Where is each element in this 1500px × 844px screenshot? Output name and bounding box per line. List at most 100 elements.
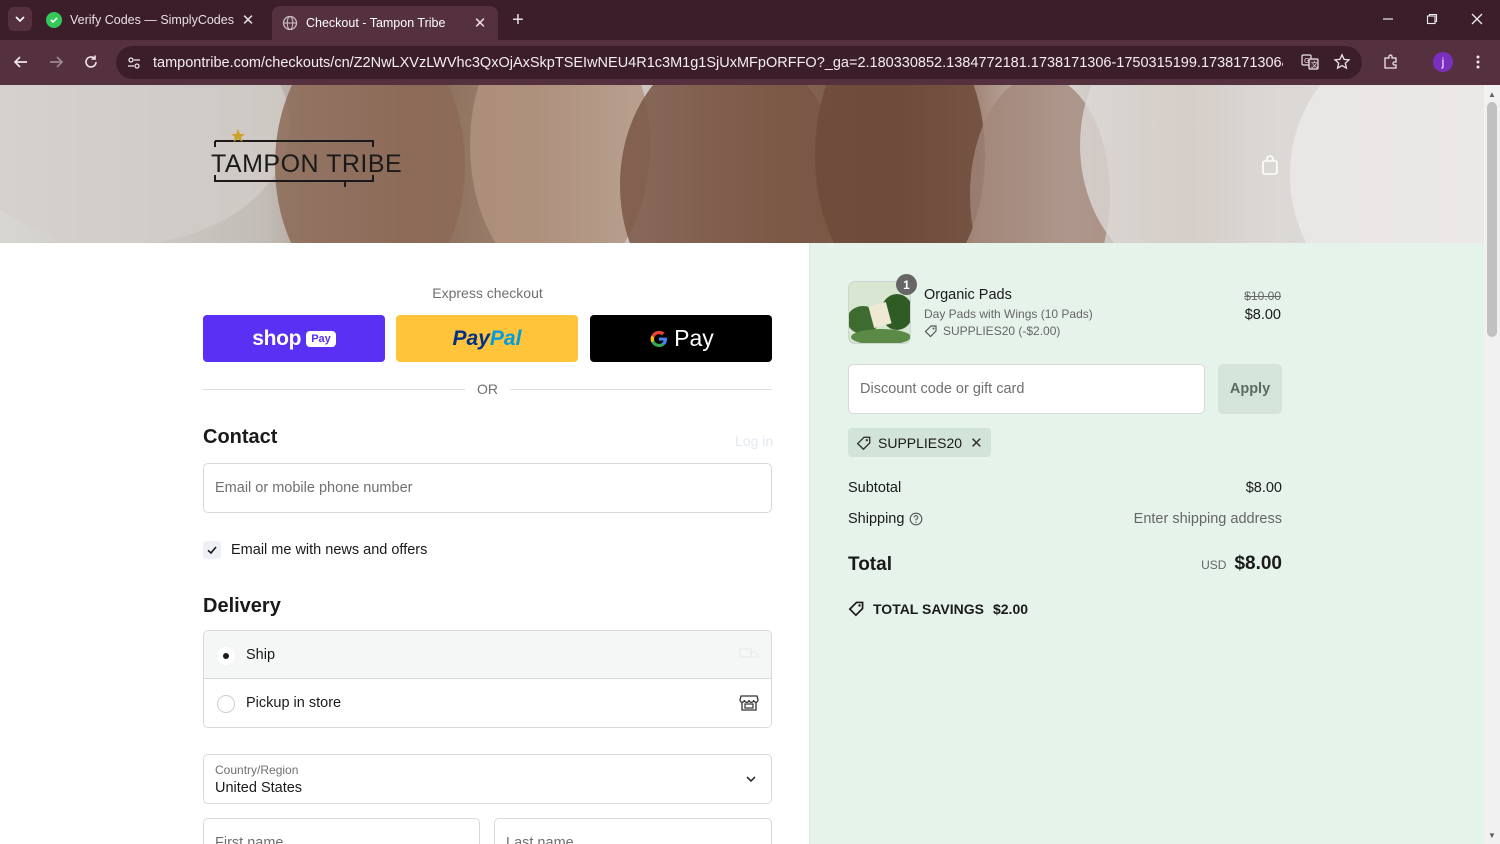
- tab-title: Verify Codes — SimplyCodes: [70, 13, 234, 27]
- first-name-placeholder: First name: [215, 835, 284, 844]
- scrollbar-thumb[interactable]: [1487, 102, 1497, 337]
- shop-pay-word: shop: [252, 326, 302, 350]
- avatar: j: [1433, 52, 1453, 72]
- arrow-right-icon: [50, 56, 64, 68]
- first-name-field[interactable]: First name: [203, 818, 480, 844]
- ship-radio[interactable]: [217, 647, 235, 665]
- discounted-price: $8.00: [1244, 307, 1281, 323]
- email-field[interactable]: Email or mobile phone number: [203, 463, 772, 513]
- or-divider: OR: [203, 381, 772, 399]
- bookmark-button[interactable]: [1330, 50, 1354, 74]
- pickup-radio[interactable]: [217, 695, 235, 713]
- tab-search-button[interactable]: [8, 7, 32, 31]
- address-bar[interactable]: tampontribe.com/checkouts/cn/Z2NwLXVzLWV…: [116, 46, 1362, 79]
- google-g-icon: [650, 330, 668, 347]
- pickup-option[interactable]: Pickup in store: [204, 679, 771, 727]
- shop-pay-badge: Pay: [306, 330, 336, 347]
- simplycodes-icon: [46, 12, 62, 28]
- remove-discount-icon[interactable]: ✕: [970, 434, 983, 452]
- tab-checkout[interactable]: Checkout - Tampon Tribe ✕: [272, 6, 498, 40]
- logo-text: TAMPON TRIBE: [211, 150, 403, 178]
- product-variant: Day Pads with Wings (10 Pads): [924, 307, 1093, 321]
- tag-icon: [848, 601, 864, 617]
- truck-icon: [739, 648, 759, 658]
- subtotal-row: Subtotal $8.00: [848, 480, 1282, 500]
- extensions-button[interactable]: [1379, 50, 1403, 74]
- browser-menu-button[interactable]: [1466, 50, 1490, 74]
- contact-heading: Contact: [203, 426, 278, 448]
- puzzle-icon: [1384, 54, 1397, 69]
- shipping-value: Enter shipping address: [1133, 511, 1282, 527]
- chevron-down-icon: [746, 776, 756, 783]
- express-checkout-label: Express checkout: [432, 285, 543, 301]
- discount-code-field[interactable]: Discount code or gift card: [848, 364, 1205, 414]
- total-currency: USD: [1201, 558, 1227, 572]
- close-window-button[interactable]: [1457, 6, 1497, 32]
- url-text: tampontribe.com/checkouts/cn/Z2NwLXVzLWV…: [153, 54, 1283, 71]
- tag-icon: [856, 436, 871, 450]
- new-tab-button[interactable]: +: [506, 8, 530, 32]
- total-amount-group: USD $8.00: [1201, 553, 1282, 575]
- order-summary: 1 Organic Pads Day Pads with Wings (10 P…: [809, 243, 1484, 844]
- last-name-placeholder: Last name: [506, 835, 574, 844]
- original-price: $10.00: [1244, 289, 1281, 303]
- login-link[interactable]: Log in: [735, 433, 773, 449]
- country-select[interactable]: Country/Region United States: [203, 754, 772, 804]
- applied-discount-chip: SUPPLIES20 ✕: [848, 428, 991, 457]
- help-circle-icon[interactable]: [909, 512, 923, 526]
- arrow-left-icon: [13, 56, 27, 68]
- google-pay-button[interactable]: Pay: [590, 315, 772, 362]
- checkout-page: TAMPON TRIBE Express checkout shop Pay P…: [0, 85, 1484, 844]
- savings-label: TOTAL SAVINGS: [873, 600, 984, 617]
- last-name-field[interactable]: Last name: [494, 818, 772, 844]
- close-icon[interactable]: ✕: [470, 13, 490, 33]
- more-vertical-icon: [1476, 55, 1480, 69]
- translate-button[interactable]: G文: [1298, 50, 1322, 74]
- total-row: Total USD $8.00: [848, 553, 1282, 579]
- savings-value: $2.00: [992, 600, 1029, 617]
- total-value: $8.00: [1234, 553, 1282, 574]
- delivery-heading: Delivery: [203, 595, 281, 617]
- paypal-button[interactable]: PayPal: [396, 315, 578, 362]
- restore-icon: [1426, 13, 1438, 25]
- minimize-button[interactable]: [1368, 6, 1408, 32]
- shop-pay-button[interactable]: shop Pay: [203, 315, 385, 362]
- browser-toolbar: tampontribe.com/checkouts/cn/Z2NwLXVzLWV…: [0, 40, 1500, 85]
- email-placeholder: Email or mobile phone number: [215, 480, 413, 496]
- svg-text:文: 文: [1311, 60, 1318, 69]
- checkmark-icon: [207, 546, 217, 555]
- tab-verify-codes[interactable]: Verify Codes — SimplyCodes ✕: [36, 6, 266, 34]
- ship-option[interactable]: Ship: [204, 631, 771, 679]
- tag-icon: [924, 325, 937, 338]
- google-pay-logo: Pay: [648, 325, 714, 352]
- country-label: Country/Region: [215, 763, 299, 777]
- product-discount-text: SUPPLIES20 (-$2.00): [943, 324, 1061, 338]
- star-icon: [1333, 53, 1351, 70]
- apply-button[interactable]: Apply: [1218, 364, 1282, 414]
- shipping-row: Shipping Enter shipping address: [848, 511, 1282, 531]
- shopping-bag-icon: [1262, 155, 1278, 175]
- scroll-down-arrow-icon[interactable]: ▼: [1484, 828, 1500, 842]
- delivery-method-group: Ship Pickup in store: [203, 630, 772, 728]
- restore-button[interactable]: [1412, 6, 1452, 32]
- or-text: OR: [477, 381, 498, 397]
- store-icon: [739, 695, 759, 711]
- quantity-badge: 1: [896, 274, 917, 295]
- reload-button[interactable]: [79, 50, 103, 74]
- discount-placeholder: Discount code or gift card: [860, 381, 1025, 397]
- newsletter-checkbox[interactable]: [203, 541, 221, 559]
- shipping-label: Shipping: [848, 511, 905, 527]
- pickup-label: Pickup in store: [246, 695, 342, 711]
- profile-avatar[interactable]: j: [1431, 50, 1455, 74]
- back-button[interactable]: [9, 50, 33, 74]
- page-scrollbar[interactable]: ▲ ▼: [1484, 85, 1500, 844]
- subtotal-value: $8.00: [1245, 480, 1282, 496]
- product-name: Organic Pads: [924, 287, 1012, 303]
- close-icon[interactable]: ✕: [238, 10, 258, 30]
- scroll-up-arrow-icon[interactable]: ▲: [1484, 87, 1500, 101]
- site-settings-icon[interactable]: [124, 53, 144, 73]
- store-logo[interactable]: TAMPON TRIBE: [205, 125, 402, 201]
- forward-button[interactable]: [44, 50, 68, 74]
- cart-button[interactable]: [1258, 153, 1282, 177]
- total-savings: TOTAL SAVINGS $2.00: [848, 600, 1028, 617]
